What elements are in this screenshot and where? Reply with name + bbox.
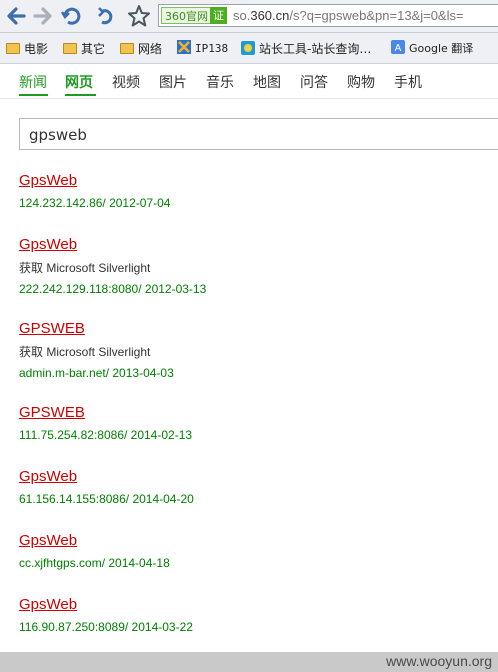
back-button[interactable] [3,3,29,29]
search-result: GpsWeb 获取 Microsoft Silverlight 222.242.… [19,236,206,296]
tab-video[interactable]: 视频 [112,72,140,92]
refresh-icon [60,7,81,25]
tab-mobile[interactable]: 手机 [394,72,422,92]
search-result: GpsWeb 116.90.87.250:8089/ 2014-03-22 [19,596,193,634]
bookmark-folder-movies[interactable]: 电影 [6,40,48,57]
back-arrow-icon [7,7,26,25]
search-result: GPSWEB 111.75.254.82:8086/ 2014-02-13 [19,404,192,442]
folder-icon [6,43,20,54]
url-text: so.360.cn/s?q=gpsweb&pn=13&j=0&ls= [233,8,464,23]
result-title-link[interactable]: GpsWeb [19,468,194,485]
result-url: 61.156.14.155:8086/ 2014-04-20 [19,492,194,506]
watermark-strip: www.wooyun.org [0,652,498,672]
bookmarks-bar: 电影 其它 网络 IP138 站长工具-站长查询… A Google 翻译 [0,33,498,64]
google-translate-favicon: A [391,40,405,54]
undo-icon [98,7,113,25]
refresh-button[interactable] [59,3,85,29]
bookmark-folder-other[interactable]: 其它 [63,40,105,57]
bookmark-google-translate[interactable]: A Google 翻译 [391,40,473,56]
star-icon [128,5,150,27]
result-title-link[interactable]: GpsWeb [19,596,193,613]
bookmark-ip138[interactable]: IP138 [177,40,228,55]
bookmark-chinaz[interactable]: 站长工具-站长查询… [241,40,371,57]
tab-news[interactable]: 新闻 [19,72,47,92]
address-bar[interactable]: 360官网 证 so.360.cn/s?q=gpsweb&pn=13&j=0&l… [158,4,498,27]
result-url: 222.242.129.118:8080/ 2012-03-13 [19,282,207,296]
result-title-link[interactable]: GpsWeb [19,172,170,189]
chinaz-favicon [241,41,255,55]
result-description: 获取 Microsoft Silverlight [19,261,151,275]
result-url: cc.xjfhtgps.com/ 2014-04-18 [19,556,170,570]
search-input[interactable]: gpsweb [19,118,498,150]
result-url: admin.m-bar.net/ 2013-04-03 [19,366,174,380]
result-title-link[interactable]: GPSWEB [19,404,192,421]
bookmark-folder-network[interactable]: 网络 [120,40,162,57]
result-url: 124.232.142.86/ 2012-07-04 [19,196,171,210]
tab-music[interactable]: 音乐 [206,72,234,92]
folder-icon [120,43,134,54]
search-result: GpsWeb cc.xjfhtgps.com/ 2014-04-18 [19,532,170,570]
tab-web[interactable]: 网页 [65,72,93,92]
forward-button[interactable] [30,3,56,29]
result-url: 116.90.87.250:8089/ 2014-03-22 [19,620,193,634]
ip138-favicon [177,40,191,54]
news-tab-underline [19,94,48,96]
tab-shopping[interactable]: 购物 [347,72,375,92]
result-url: 111.75.254.82:8086/ 2014-02-13 [19,428,193,442]
search-query-text: gpsweb [29,126,87,144]
result-description: 获取 Microsoft Silverlight [19,345,151,359]
forward-arrow-icon [33,7,52,25]
web-tab-underline [65,94,96,96]
search-vertical-nav: 新闻 网页 视频 图片 音乐 地图 问答 购物 手机 [0,64,498,99]
tab-map[interactable]: 地图 [253,72,281,92]
folder-icon [63,43,77,54]
result-title-link[interactable]: GpsWeb [19,532,170,549]
site-badge: 360官网 [161,7,212,24]
result-title-link[interactable]: GpsWeb [19,236,206,253]
tab-qa[interactable]: 问答 [300,72,328,92]
watermark-text: www.wooyun.org [386,653,492,669]
verified-badge: 证 [210,7,227,24]
result-title-link[interactable]: GPSWEB [19,320,174,337]
browser-toolbar: 360官网 证 so.360.cn/s?q=gpsweb&pn=13&j=0&l… [0,0,498,33]
undo-button[interactable] [94,3,120,29]
tab-images[interactable]: 图片 [159,72,187,92]
search-result: GpsWeb 61.156.14.155:8086/ 2014-04-20 [19,468,194,506]
favorite-button[interactable] [126,3,152,29]
search-result: GPSWEB 获取 Microsoft Silverlight admin.m-… [19,320,174,380]
search-result: GpsWeb 124.232.142.86/ 2012-07-04 [19,172,170,210]
svg-text:A: A [395,43,402,54]
